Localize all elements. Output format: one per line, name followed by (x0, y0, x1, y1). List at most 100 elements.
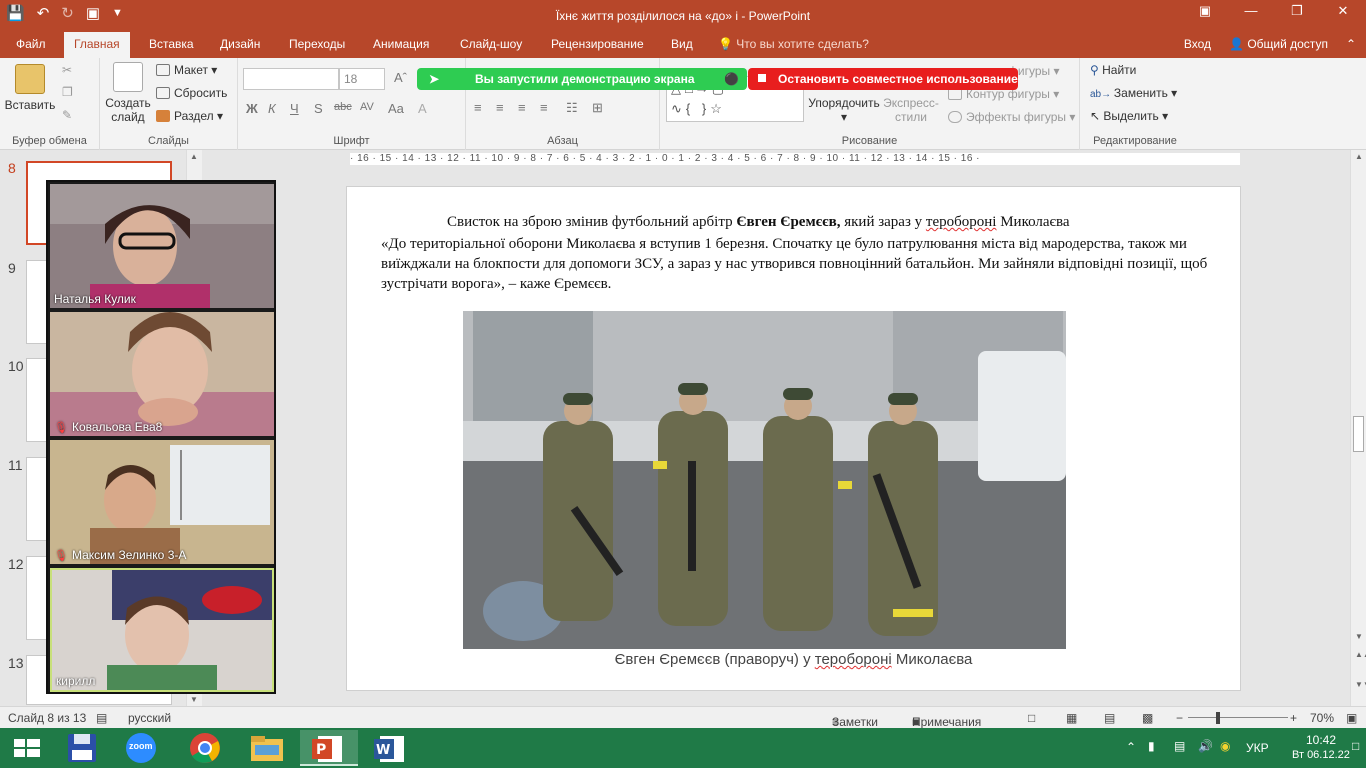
zoom-slider-thumb[interactable] (1216, 712, 1220, 724)
align-left-icon[interactable]: ≡ (474, 100, 482, 115)
zoom-slider[interactable] (1188, 717, 1288, 718)
copy-icon[interactable]: ❐ (62, 85, 73, 99)
window-title: Їхнє життя розділилося на «до» і - Power… (555, 9, 811, 23)
columns-icon[interactable]: ☷ (566, 100, 578, 116)
align-right-icon[interactable]: ≡ (518, 100, 526, 115)
pin-icon[interactable]: ➤ (429, 68, 439, 90)
scroll-up-icon[interactable]: ▲ (190, 152, 198, 161)
slideshow-view-icon[interactable]: ▩ (1142, 711, 1153, 725)
show-hidden-icons[interactable]: ⌃ (1126, 740, 1136, 754)
align-center-icon[interactable]: ≡ (496, 100, 504, 115)
tab-animation[interactable]: Анимация (363, 32, 439, 58)
font-name-input[interactable] (243, 68, 339, 90)
find-button[interactable]: ⚲ Найти (1090, 63, 1136, 77)
prev-slide-icon[interactable]: ▲▲ (1355, 650, 1366, 659)
taskbar-app-zoom[interactable]: zoom (112, 730, 170, 766)
new-slide-button[interactable]: Создать слайд (104, 62, 152, 124)
maximize-icon[interactable]: ❐ (1274, 0, 1320, 24)
video-tile[interactable]: Наталья Кулик (50, 184, 274, 308)
scroll-down-icon[interactable]: ▼ (190, 695, 198, 704)
signin-link[interactable]: Вход (1184, 37, 1211, 51)
video-tile[interactable]: 🎙 Максим Зелинко 3-А (50, 440, 274, 564)
shape-effects-button[interactable]: Эффекты фигуры ▾ (948, 110, 1075, 124)
photo-caption[interactable]: Євген Єремєєв (праворуч) у теробороні Ми… (347, 651, 1240, 668)
editor-vertical-scrollbar[interactable]: ▲ ▼ ▲▲ ▼▼ (1350, 150, 1366, 706)
shadow-icon[interactable]: S (314, 101, 323, 116)
minimize-icon[interactable]: — (1228, 0, 1274, 24)
cut-icon[interactable]: ✂ (62, 63, 72, 77)
video-tile-active-speaker[interactable]: кирилл (50, 568, 274, 692)
taskbar-app-powerpoint[interactable]: P (300, 730, 358, 766)
spellcheck-icon[interactable]: ▤ (96, 711, 107, 725)
find-label: Найти (1102, 63, 1137, 77)
tab-transitions[interactable]: Переходы (279, 32, 355, 58)
scrollbar-thumb[interactable] (1353, 416, 1364, 452)
increase-font-icon[interactable]: Aˆ (394, 70, 407, 85)
slide-sorter-icon[interactable]: ▦ (1066, 711, 1077, 725)
paste-button[interactable]: Вставить (4, 64, 56, 112)
reset-button[interactable]: Сбросить (156, 86, 227, 100)
tab-file[interactable]: Файл (6, 32, 56, 58)
taskbar-app-chrome[interactable] (176, 730, 234, 766)
tab-insert[interactable]: Вставка (139, 32, 204, 58)
keyboard-language[interactable]: УКР (1246, 741, 1269, 755)
close-icon[interactable]: ✕ (1320, 0, 1366, 24)
fit-slide-icon[interactable]: ▣ (1346, 711, 1357, 725)
tab-design[interactable]: Дизайн (210, 32, 270, 58)
zoom-level[interactable]: 70% (1310, 711, 1334, 725)
underline-icon[interactable]: Ч (290, 101, 299, 116)
arrange-button[interactable]: Упорядочить ▾ (806, 96, 882, 124)
normal-view-icon[interactable]: □ (1028, 711, 1035, 725)
tab-home[interactable]: Главная (64, 32, 130, 58)
zoom-in-icon[interactable]: + (1290, 711, 1297, 725)
font-size-input[interactable]: 18 (339, 68, 385, 90)
clear-formatting-icon[interactable]: A (418, 101, 427, 116)
network-icon[interactable]: ▤ (1174, 739, 1185, 753)
language-indicator[interactable]: русский (128, 711, 171, 725)
layout-button[interactable]: Макет ▾ (156, 63, 217, 77)
zoom-out-icon[interactable]: − (1176, 711, 1183, 725)
scroll-down-icon[interactable]: ▼ (1355, 632, 1363, 641)
notifications-icon[interactable]: □ (1352, 739, 1359, 753)
defender-icon[interactable]: ◉ (1220, 739, 1230, 753)
taskbar-app-explorer[interactable] (238, 730, 296, 766)
strikethrough-icon[interactable]: abc (334, 101, 352, 113)
start-button[interactable] (0, 730, 58, 766)
reading-view-icon[interactable]: ▤ (1104, 711, 1115, 725)
stop-share-button[interactable]: Остановить совместное использование (748, 68, 1018, 90)
share-button[interactable]: 👤 Общий доступ (1229, 37, 1328, 51)
italic-icon[interactable]: К (268, 101, 276, 116)
scroll-up-icon[interactable]: ▲ (1355, 152, 1363, 161)
slide-quote-text[interactable]: «До територіальної оборони Миколаєва я в… (381, 234, 1221, 294)
section-button[interactable]: Раздел ▾ (156, 109, 223, 123)
char-spacing-icon[interactable]: AV (360, 101, 374, 113)
select-button[interactable]: ↖ Выделить ▾ (1090, 109, 1168, 123)
collapse-ribbon-icon[interactable]: ⌃ (1346, 37, 1356, 51)
ribbon-display-options-icon[interactable]: ▣ (1182, 0, 1228, 24)
replace-button[interactable]: ab→ Заменить ▾ (1090, 86, 1177, 100)
justify-icon[interactable]: ≡ (540, 100, 548, 115)
clock-time[interactable]: 10:42 (1306, 733, 1336, 747)
horizontal-ruler: · 16 · 15 · 14 · 13 · 12 · 11 · 10 · 9 ·… (350, 153, 1240, 165)
tab-review[interactable]: Рецензирование (541, 32, 654, 58)
taskbar-app-save[interactable] (54, 730, 112, 766)
paragraph-group-label: Абзац (547, 135, 578, 147)
change-case-icon[interactable]: Aa (388, 101, 404, 116)
quick-styles-button[interactable]: Экспресс-стили (880, 96, 942, 124)
next-slide-icon[interactable]: ▼▼ (1355, 680, 1366, 689)
soldiers-photo[interactable] (463, 311, 1066, 649)
zoom-video-gallery[interactable]: Наталья Кулик 🎙 Ковальова Ева8 🎙 Максим Зе… (46, 180, 276, 694)
clock-date[interactable]: Вт 06.12.22 (1292, 749, 1350, 761)
volume-icon[interactable]: 🔊 (1198, 739, 1213, 753)
tell-me-search[interactable]: 💡 Что вы хотите сделать? (718, 37, 869, 51)
tab-slideshow[interactable]: Слайд-шоу (450, 32, 532, 58)
current-slide[interactable]: Свисток на зброю змінив футбольний арбіт… (346, 186, 1241, 691)
battery-icon[interactable]: ▮ (1148, 739, 1155, 753)
align-text-icon[interactable]: ⊞ (592, 100, 603, 116)
tab-view[interactable]: Вид (661, 32, 703, 58)
taskbar-app-word[interactable]: W (362, 730, 420, 766)
slide-heading-text[interactable]: Свисток на зброю змінив футбольний арбіт… (447, 214, 1070, 231)
bold-icon[interactable]: Ж (246, 101, 258, 116)
format-painter-icon[interactable]: ✎ (62, 108, 72, 122)
video-tile[interactable]: 🎙 Ковальова Ева8 (50, 312, 274, 436)
